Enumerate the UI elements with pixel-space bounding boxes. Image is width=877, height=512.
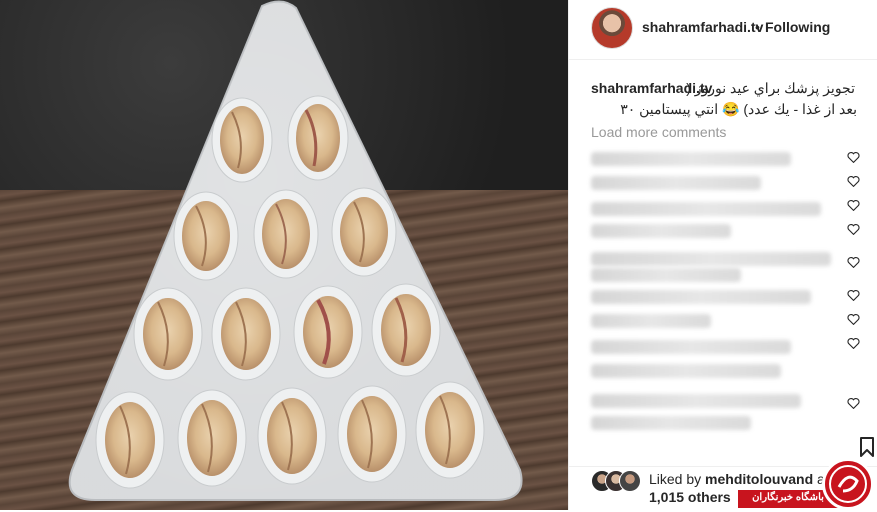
watermark-logo-icon bbox=[829, 465, 867, 503]
heart-icon[interactable] bbox=[847, 256, 860, 268]
pistachio bbox=[253, 189, 319, 279]
pistachio bbox=[293, 285, 363, 379]
post-photo[interactable] bbox=[0, 0, 568, 510]
pistachio-blister-pack bbox=[68, 0, 523, 501]
heart-icon[interactable] bbox=[847, 397, 860, 409]
pistachio bbox=[95, 391, 165, 489]
heart-icon[interactable] bbox=[847, 151, 860, 163]
bookmark-icon[interactable] bbox=[859, 437, 875, 457]
separator-dot: • bbox=[755, 19, 760, 35]
pistachio bbox=[257, 387, 327, 485]
blurred-comment bbox=[591, 202, 821, 216]
heart-icon[interactable] bbox=[847, 223, 860, 235]
heart-icon[interactable] bbox=[847, 175, 860, 187]
heart-icon[interactable] bbox=[847, 199, 860, 211]
likes-count-link[interactable]: 1,015 others bbox=[649, 489, 731, 505]
load-more-comments-link[interactable]: Load more comments bbox=[591, 124, 726, 140]
watermark-text: باشگاه خبرنگاران bbox=[752, 492, 824, 503]
pistachio bbox=[331, 187, 397, 277]
blurred-comment bbox=[591, 394, 801, 408]
heart-icon[interactable] bbox=[847, 289, 860, 301]
watermark-logo bbox=[822, 458, 874, 510]
blurred-comment bbox=[591, 314, 711, 328]
liked-by-prefix: Liked by bbox=[649, 471, 706, 487]
liker-username[interactable]: mehditolouvand bbox=[705, 471, 813, 487]
pistachio bbox=[287, 95, 349, 181]
blurred-comment bbox=[591, 290, 811, 304]
caption-text-line1: تجويز پزشك براي عيد نوروز ( bbox=[686, 80, 855, 96]
avatar[interactable] bbox=[619, 470, 641, 492]
pistachio bbox=[211, 287, 281, 381]
post-header: shahramfarhadi.tv • Following bbox=[569, 0, 877, 60]
pistachio bbox=[337, 385, 407, 483]
pistachio bbox=[173, 191, 239, 281]
avatar[interactable] bbox=[591, 7, 633, 49]
liked-by-text: Liked by mehditolouvand and bbox=[649, 471, 840, 487]
author-username[interactable]: shahramfarhadi.tv bbox=[642, 19, 763, 35]
following-button[interactable]: Following bbox=[765, 19, 830, 35]
heart-icon[interactable] bbox=[847, 337, 860, 349]
pistachio bbox=[177, 389, 247, 487]
blurred-comment bbox=[591, 340, 791, 354]
heart-icon[interactable] bbox=[847, 313, 860, 325]
blurred-comment bbox=[591, 252, 831, 266]
pistachio bbox=[415, 381, 485, 479]
pistachio bbox=[133, 287, 203, 381]
caption-text-line2: بعد از غذا - يك عدد) 😂 انتي پيستامين ٣٠ bbox=[620, 101, 857, 117]
post-side-panel: shahramfarhadi.tv • Following shahramfar… bbox=[568, 0, 877, 510]
pistachio bbox=[371, 283, 441, 377]
blurred-comment bbox=[591, 416, 751, 430]
blurred-comment bbox=[591, 176, 761, 190]
likers-avatars[interactable] bbox=[591, 470, 643, 492]
blurred-comment bbox=[591, 152, 791, 166]
blurred-comment bbox=[591, 224, 731, 238]
comments-list[interactable] bbox=[569, 148, 869, 466]
pistachio bbox=[211, 97, 273, 183]
blurred-comment bbox=[591, 364, 781, 378]
blurred-comment bbox=[591, 268, 741, 282]
